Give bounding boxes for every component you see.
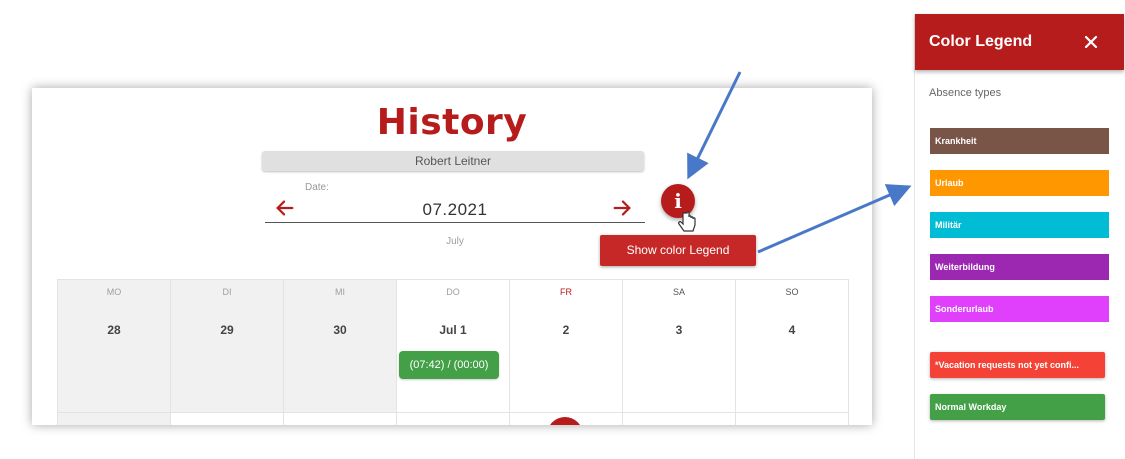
calendar-day[interactable] (284, 413, 397, 425)
weekday-label: MO (106, 287, 122, 297)
next-month-button[interactable] (607, 193, 637, 223)
page-title: History (376, 102, 528, 143)
close-icon[interactable] (1077, 28, 1105, 56)
legend-header: Color Legend (915, 14, 1124, 70)
legend-item-label: Sonderurlaub (935, 304, 994, 314)
calendar-grid: MO 28 DI 29 MI 30 DO Jul 1 (07:42) / (00… (57, 279, 849, 425)
weekday-label: SA (672, 287, 685, 297)
day-number: 29 (220, 323, 234, 337)
calendar-day[interactable]: FR 2 (510, 280, 623, 413)
day-number: 3 (675, 323, 683, 337)
legend-item-sonderurlaub: Sonderurlaub (930, 296, 1109, 322)
calendar-day[interactable] (171, 413, 284, 425)
calendar-day[interactable]: SO 4 (736, 280, 849, 413)
legend-item-urlaub: Urlaub (930, 170, 1109, 196)
calendar-day[interactable] (623, 413, 736, 425)
calendar-day[interactable]: DO Jul 1 (07:42) / (00:00) (397, 280, 510, 413)
legend-item-normal-workday: Normal Workday (930, 394, 1105, 420)
calendar-day[interactable]: SA 3 (623, 280, 736, 413)
legend-item-label: *Vacation requests not yet confi... (935, 360, 1080, 370)
day-number: Jul 1 (439, 323, 467, 337)
history-window: History Robert Leitner Date: 07.2021 Jul… (32, 88, 872, 425)
color-legend-panel: Color Legend Absence types Krankheit Url… (914, 14, 1125, 459)
weekday-label: MI (335, 287, 345, 297)
employee-selector[interactable]: Robert Leitner (262, 151, 644, 171)
show-legend-tooltip: Show color Legend (600, 235, 756, 266)
legend-item-vacation-requests: *Vacation requests not yet confi... (930, 352, 1105, 378)
weekday-label: DO (446, 287, 460, 297)
calendar-day[interactable]: MO 28 (58, 280, 171, 413)
legend-subtitle: Absence types (929, 87, 1002, 99)
legend-item-label: Normal Workday (935, 402, 1007, 412)
weekday-label: DI (222, 287, 232, 297)
month-input[interactable]: 07.2021 (265, 198, 645, 223)
calendar-day[interactable] (736, 413, 849, 425)
month-hint: July (446, 236, 464, 247)
legend-item-militaer: Militär (930, 212, 1109, 238)
day-number: 2 (562, 323, 570, 337)
legend-title: Color Legend (929, 33, 1033, 50)
legend-item-label: Krankheit (935, 136, 977, 146)
arrow-right-icon (613, 200, 631, 216)
day-number: 28 (107, 323, 121, 337)
legend-item-label: Weiterbildung (935, 262, 995, 272)
weekday-label: SO (785, 287, 799, 297)
calendar-day[interactable] (58, 413, 171, 425)
hand-cursor-icon (678, 211, 696, 232)
day-number: 4 (788, 323, 796, 337)
legend-item-weiterbildung: Weiterbildung (930, 254, 1109, 280)
legend-item-krankheit: Krankheit (930, 128, 1109, 154)
calendar-day[interactable]: DI 29 (171, 280, 284, 413)
calendar-day[interactable]: MI 30 (284, 280, 397, 413)
work-time-entry[interactable]: (07:42) / (00:00) (399, 351, 499, 379)
date-label: Date: (305, 182, 329, 193)
legend-item-label: Urlaub (935, 178, 964, 188)
calendar-day[interactable] (397, 413, 510, 425)
legend-item-label: Militär (935, 220, 962, 230)
close-icon-glyph (1084, 35, 1098, 49)
day-number: 30 (333, 323, 347, 337)
weekday-label: FR (560, 287, 572, 297)
